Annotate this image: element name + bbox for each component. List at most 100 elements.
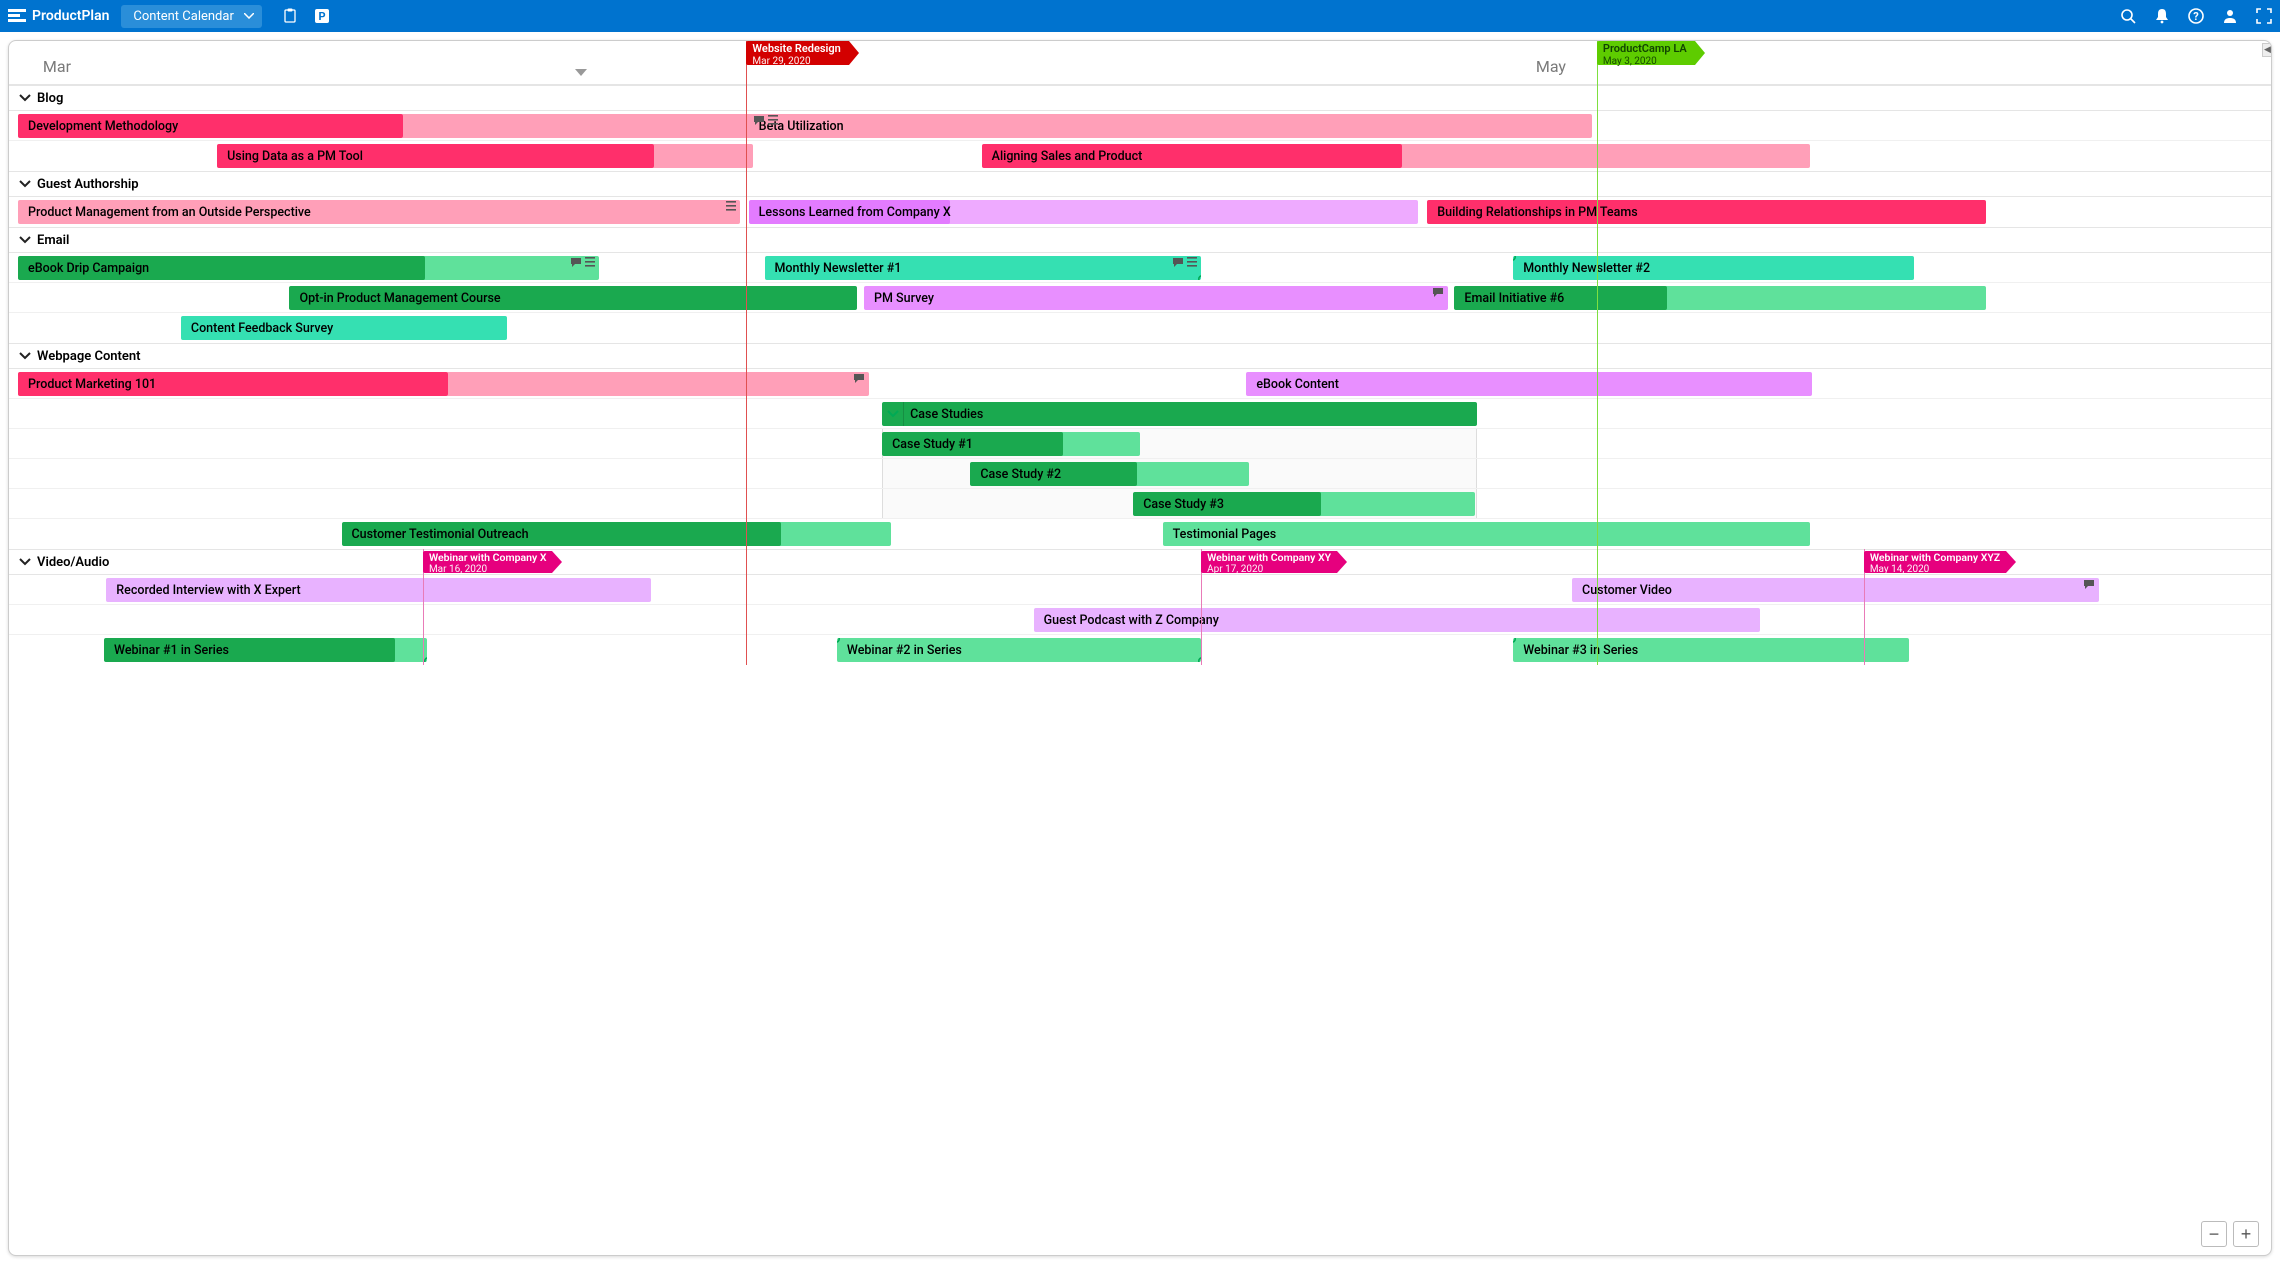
roadmap-bar[interactable]: Beta Utilization	[749, 114, 1593, 138]
roadmap-bar[interactable]: Using Data as a PM Tool	[217, 144, 654, 168]
bar-label: Case Studies	[910, 407, 983, 422]
roadmap-bar[interactable]: Building Relationships in PM Teams	[1427, 200, 1986, 224]
lane-header[interactable]: Email	[9, 227, 2271, 253]
list-icon	[1187, 257, 1197, 268]
lane-body: eBook Drip Campaign Monthly Newsletter #1…	[9, 253, 2271, 343]
lane-row: Case Study #1	[9, 429, 2271, 459]
roadmap-bar[interactable]: Customer Video	[1572, 578, 2099, 602]
link-start-icon[interactable]	[1513, 638, 1517, 644]
roadmap-bar[interactable]: Lessons Learned from Company X	[749, 200, 1419, 224]
zoom-in-button[interactable]: +	[2233, 1221, 2259, 1247]
parking-icon[interactable]: P	[314, 8, 330, 24]
chevron-down-icon	[19, 236, 31, 244]
roadmap-bar[interactable]: Case Study #2	[970, 462, 1248, 486]
logo[interactable]: ProductPlan	[8, 8, 109, 24]
roadmap-bar[interactable]: Content Feedback Survey	[181, 316, 507, 340]
lane-header[interactable]: Blog	[9, 85, 2271, 111]
roadmap-bar[interactable]: Guest Podcast with Z Company	[1034, 608, 1760, 632]
milestone-title: Website Redesign	[752, 43, 840, 55]
roadmap-bar[interactable]: Email Initiative #6	[1454, 286, 1986, 310]
link-end-icon[interactable]	[423, 656, 427, 662]
roadmap-bar[interactable]: Monthly Newsletter #1	[765, 256, 1202, 280]
expand-toggle[interactable]	[882, 402, 904, 426]
clipboard-icon[interactable]	[282, 8, 298, 24]
milestone-date: Mar 29, 2020	[752, 56, 810, 67]
roadmap-bar[interactable]: eBook Content	[1246, 372, 1812, 396]
roadmap-bar[interactable]: Case Study #1	[882, 432, 1140, 456]
lane-row: Development Methodology Beta Utilization	[9, 111, 2271, 141]
lane-title: Blog	[37, 91, 63, 106]
lane-title: Webpage Content	[37, 349, 141, 364]
lane-milestone-flag[interactable]: Webinar with Company XYZMay 14, 2020	[1864, 551, 2006, 573]
roadmap-bar[interactable]: Aligning Sales and Product	[982, 144, 1403, 168]
logo-icon	[8, 9, 26, 23]
zoom-out-button[interactable]: −	[2201, 1221, 2227, 1247]
roadmap-bar[interactable]: Product Marketing 101	[18, 372, 448, 396]
bar-label: Building Relationships in PM Teams	[1437, 205, 1637, 220]
roadmap-bar[interactable]: Webinar #2 in Series	[837, 638, 1201, 662]
milestone-date: May 3, 2020	[1603, 56, 1657, 67]
lane-row: Customer Testimonial Outreach Testimonial…	[9, 519, 2271, 549]
lane-row: Opt-in Product Management Course PM Surve…	[9, 283, 2271, 313]
lane-row: Guest Podcast with Z Company	[9, 605, 2271, 635]
axis-month: May	[1536, 57, 1566, 76]
lane-body: Product Marketing 101 eBook Content Case S…	[9, 369, 2271, 549]
bar-label: Webinar #1 in Series	[114, 643, 229, 658]
plan-selector[interactable]: Content Calendar	[121, 5, 261, 28]
roadmap-bar[interactable]: Recorded Interview with X Expert	[106, 578, 651, 602]
roadmap-bar[interactable]: Case Study #3	[1133, 492, 1475, 516]
bar-label: Using Data as a PM Tool	[227, 149, 363, 164]
milestone-line	[746, 41, 747, 665]
lane-row: Using Data as a PM Tool Aligning Sales an…	[9, 141, 2271, 171]
bar-label: Development Methodology	[28, 119, 178, 134]
bar-label: Product Management from an Outside Persp…	[28, 205, 311, 220]
svg-text:?: ?	[2193, 10, 2199, 23]
milestone-title: Webinar with Company XY	[1207, 552, 1331, 563]
search-icon[interactable]	[2120, 8, 2136, 24]
roadmap-bar[interactable]: eBook Drip Campaign	[18, 256, 599, 280]
milestone-flag[interactable]: Website RedesignMar 29, 2020	[746, 41, 848, 65]
roadmap-bar[interactable]: Customer Testimonial Outreach	[342, 522, 892, 546]
bar-label: Webinar #3 in Series	[1523, 643, 1638, 658]
lane-header[interactable]: Guest Authorship	[9, 171, 2271, 197]
bar-label: Case Study #3	[1143, 497, 1224, 512]
roadmap-bar[interactable]: Testimonial Pages	[1163, 522, 1810, 546]
lane-milestone-flag[interactable]: Webinar with Company XYApr 17, 2020	[1201, 551, 1337, 573]
roadmap-bar[interactable]: Case Studies	[882, 402, 1477, 426]
lane-header[interactable]: Webpage Content	[9, 343, 2271, 369]
roadmap-bar[interactable]: Development Methodology	[18, 114, 403, 138]
link-start-icon[interactable]	[1513, 256, 1517, 262]
bar-label: Monthly Newsletter #2	[1523, 261, 1650, 276]
sort-icon[interactable]	[575, 69, 587, 77]
link-end-icon[interactable]	[1197, 274, 1201, 280]
lane-row: Case Studies	[9, 399, 2271, 429]
bar-label: Monthly Newsletter #1	[775, 261, 902, 276]
bar-label: Content Feedback Survey	[191, 321, 333, 336]
timeline-axis: MarMayQ2Website RedesignMar 29, 2020Prod…	[9, 41, 2271, 85]
fullscreen-icon[interactable]	[2256, 8, 2272, 24]
roadmap-bar[interactable]: Monthly Newsletter #2	[1513, 256, 1913, 280]
app-name: ProductPlan	[32, 8, 109, 24]
bar-label: eBook Content	[1256, 377, 1339, 392]
roadmap-bar[interactable]: Webinar #3 in Series	[1513, 638, 1909, 662]
list-icon	[726, 201, 736, 211]
list-icon	[585, 257, 595, 268]
roadmap-bar[interactable]: PM Survey	[864, 286, 1448, 310]
milestone-title: Webinar with Company X	[429, 552, 547, 563]
roadmap-bar[interactable]: Opt-in Product Management Course	[289, 286, 857, 310]
roadmap-bar[interactable]: Webinar #1 in Series	[104, 638, 427, 662]
help-icon[interactable]: ?	[2188, 8, 2204, 24]
bell-icon[interactable]	[2154, 8, 2170, 24]
bar-label: Testimonial Pages	[1173, 527, 1277, 542]
lane-body: Recorded Interview with X Expert Customer…	[9, 575, 2271, 665]
roadmap-bar[interactable]: Product Management from an Outside Persp…	[18, 200, 740, 224]
milestone-flag[interactable]: ProductCamp LAMay 3, 2020	[1597, 41, 1695, 65]
milestone-title: ProductCamp LA	[1603, 43, 1687, 55]
axis-month: Mar	[43, 57, 71, 76]
link-start-icon[interactable]	[837, 638, 841, 644]
lane-milestone-flag[interactable]: Webinar with Company XMar 16, 2020	[423, 551, 553, 573]
milestone-date: May 14, 2020	[1870, 564, 1929, 575]
bar-label: Opt-in Product Management Course	[299, 291, 500, 306]
lane-title: Guest Authorship	[37, 177, 139, 192]
user-icon[interactable]	[2222, 8, 2238, 24]
